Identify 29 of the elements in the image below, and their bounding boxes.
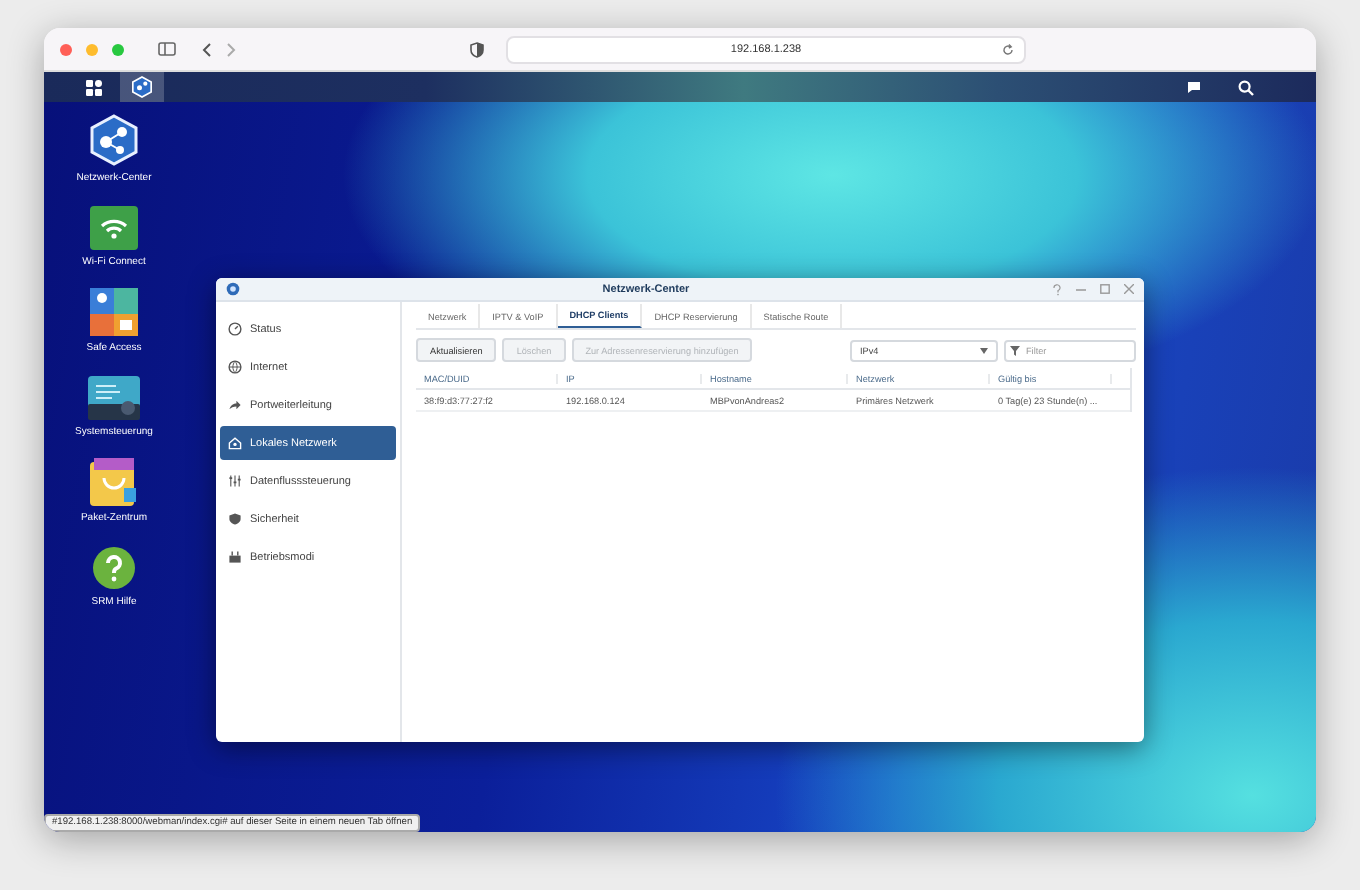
control-panel-icon — [88, 375, 140, 419]
maximize-icon[interactable] — [1100, 284, 1110, 294]
network-hexagon-icon[interactable] — [132, 76, 152, 98]
close-window-dot[interactable] — [60, 43, 72, 55]
router-icon — [228, 550, 242, 564]
house-icon — [228, 436, 242, 450]
close-icon[interactable] — [1124, 284, 1134, 294]
gauge-icon — [228, 322, 242, 336]
shopping-bag-icon — [90, 458, 138, 506]
back-icon[interactable] — [202, 41, 212, 57]
filter-funnel-icon — [1010, 345, 1020, 355]
chat-bubble-icon[interactable] — [1186, 80, 1202, 94]
forward-arrow-icon — [228, 398, 242, 412]
safe-access-tiles-icon — [90, 288, 138, 336]
minimize-window-dot[interactable] — [86, 43, 98, 55]
search-icon[interactable] — [1238, 79, 1254, 95]
shield-icon — [228, 512, 242, 526]
wifi-icon — [90, 205, 138, 249]
globe-icon — [228, 360, 242, 374]
zoom-window-dot[interactable] — [112, 43, 124, 55]
caret-icon — [980, 347, 988, 353]
help-icon[interactable] — [1052, 283, 1062, 295]
help-icon — [92, 545, 136, 589]
shield-icon[interactable] — [470, 41, 484, 57]
network-hexagon-icon — [90, 114, 138, 166]
app-grid-icon[interactable] — [86, 79, 102, 95]
reload-icon[interactable] — [1002, 43, 1014, 55]
sliders-icon — [228, 474, 242, 488]
sidebar-toggle-icon[interactable] — [158, 42, 176, 56]
